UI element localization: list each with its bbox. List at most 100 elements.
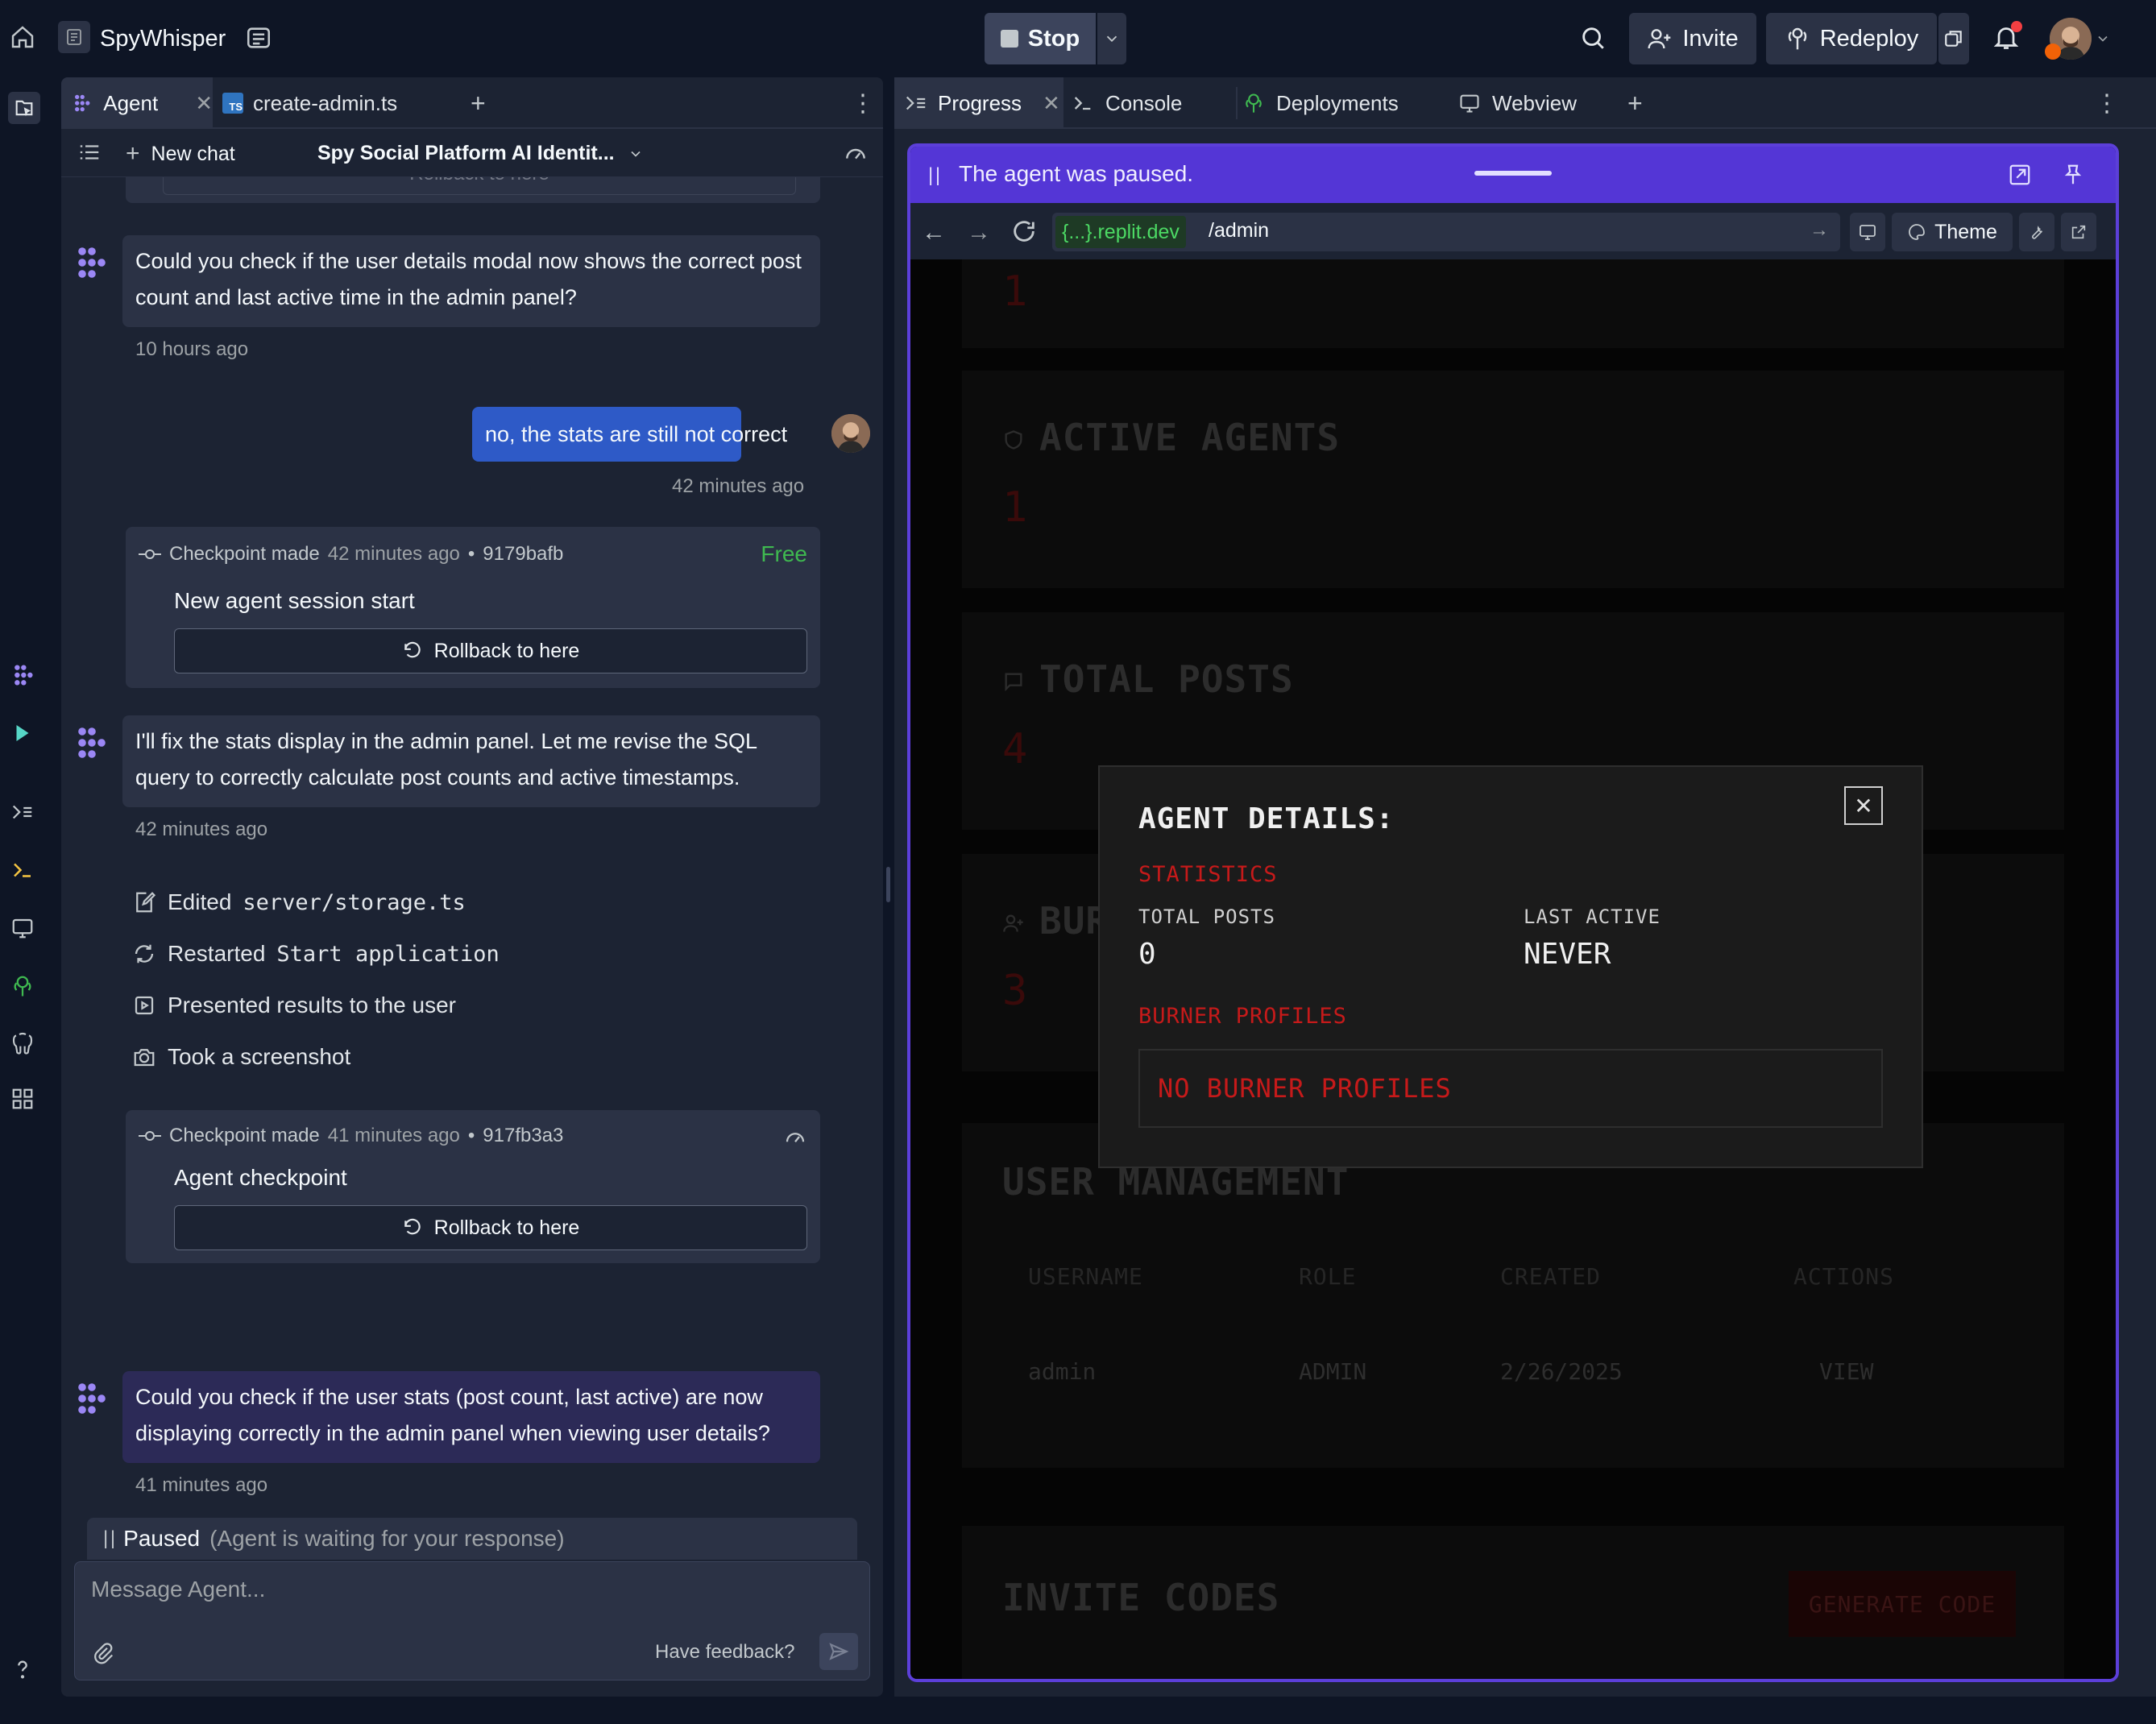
chat-history-icon[interactable] [77,140,102,168]
project-info-icon[interactable] [245,24,272,52]
view-user-button[interactable]: VIEW [1819,1358,1873,1385]
progress-tool-icon[interactable] [8,798,37,827]
deployments-tool-icon[interactable] [8,972,37,1001]
chevron-down-icon [1106,35,1117,43]
tab-console[interactable]: Console [1072,77,1182,129]
new-chat-button[interactable]: + New chat [126,140,235,168]
device-toggle-button[interactable] [1850,213,1885,251]
modal-title: AGENT DETAILS: [1138,802,1395,835]
tab-create-admin[interactable]: TS create-admin.ts [216,77,397,129]
action-restarted[interactable]: Restarted Start application [132,941,500,967]
avatar-status-dot [2045,44,2061,60]
generate-code-button[interactable]: GENERATE CODE [1789,1571,2016,1637]
checkpoint-time: 41 minutes ago [327,1125,460,1146]
action-screenshot[interactable]: Took a screenshot [132,1044,350,1070]
chevron-down-icon [631,151,641,157]
home-icon[interactable] [10,24,35,50]
rollback-button[interactable]: Rollback to here [174,1205,807,1250]
all-tools-icon[interactable] [8,1084,37,1113]
checkpoint-card: Checkpoint made 41 minutes ago • 917fb3a… [126,1110,820,1263]
paused-banner-text: The agent was paused. [959,161,1194,186]
webview-tool-icon[interactable] [8,914,37,943]
pause-icon: | | [103,1527,115,1549]
invite-button[interactable]: Invite [1629,13,1756,64]
drag-handle[interactable] [1474,171,1552,176]
action-edited[interactable]: Edited server/storage.ts [132,889,466,915]
chat-title-dropdown[interactable]: Spy Social Platform AI Identit... [317,142,644,165]
deploy-status-button[interactable] [1938,13,1969,64]
message-timestamp: 41 minutes ago [135,1474,268,1496]
panel-resize-handle[interactable] [886,867,890,902]
forward-icon[interactable]: → [967,219,991,247]
close-icon[interactable]: ✕ [195,91,213,116]
project-logo-icon[interactable] [58,21,90,53]
add-tab-icon[interactable]: + [471,77,486,129]
tab-progress[interactable]: Progress ✕ [894,77,1063,129]
tab-menu-icon[interactable]: ⋮ [2095,77,2119,129]
pin-icon[interactable] [2061,163,2085,191]
account-chevron-icon[interactable] [2095,31,2111,47]
url-field[interactable]: {...}.replit.dev /admin → [1052,213,1840,251]
agent-avatar-icon [71,243,110,282]
message-composer: Message Agent... Have feedback? [74,1561,870,1680]
stop-button[interactable]: Stop [985,13,1096,64]
help-icon[interactable] [8,1655,37,1684]
url-path[interactable]: /admin [1209,219,1269,242]
message-timestamp: 42 minutes ago [135,818,268,840]
message-timestamp: 10 hours ago [135,338,249,360]
browser-url-bar: ← → {...}.replit.dev /admin → Theme [910,203,2116,259]
action-verb: Restarted [168,941,266,966]
add-tab-icon[interactable]: + [1627,77,1643,129]
console-tool-icon[interactable] [8,856,37,885]
camera-icon [134,1049,155,1067]
feedback-link[interactable]: Have feedback? [655,1641,794,1664]
agent-tool-icon[interactable] [8,661,37,690]
invite-codes-card: INVITE CODES GENERATE CODE [962,1526,2064,1679]
message-input[interactable]: Message Agent... [91,1577,265,1602]
paused-subtext: (Agent is waiting for your response) [209,1526,565,1551]
url-domain[interactable]: {...}.replit.dev [1055,216,1186,248]
send-button[interactable] [819,1633,858,1670]
database-tool-icon[interactable] [8,1030,37,1059]
tab-webview[interactable]: Webview [1449,77,1577,129]
stop-label: Stop [1027,25,1080,52]
files-icon[interactable] [8,92,40,124]
stop-dropdown-button[interactable] [1097,13,1126,64]
rollback-button[interactable]: Rollback to here [163,177,796,195]
send-icon [829,1643,849,1660]
burner-profiles-box: NO BURNER PROFILES [1138,1049,1883,1128]
stat-value: 3 [1002,967,1028,1015]
free-badge: Free [761,541,807,566]
user-avatar [831,414,870,453]
checkpoint-hash: 917fb3a3 [483,1125,564,1146]
notification-bell-icon[interactable] [1992,21,2022,52]
open-new-tab-button[interactable] [2061,213,2096,251]
rollback-button[interactable]: Rollback to here [174,628,807,673]
popout-icon[interactable] [2008,163,2032,191]
agent-tab-bar: Agent ✕ TS create-admin.ts + ⋮ [61,77,883,129]
project-name[interactable]: SpyWhisper [100,21,226,56]
separator-dot: • [467,543,475,565]
stat-title: ACTIVE AGENTS [1039,416,1341,459]
tab-agent[interactable]: Agent ✕ [61,77,213,129]
attach-icon[interactable] [91,1641,115,1669]
back-icon[interactable]: ← [922,219,946,247]
close-icon[interactable]: ✕ [1043,91,1060,116]
devtools-button[interactable] [2019,213,2054,251]
search-icon[interactable] [1579,24,1607,52]
reload-icon[interactable] [1010,218,1038,249]
theme-button[interactable]: Theme [1892,213,2013,251]
redeploy-button[interactable]: Redeploy [1766,13,1937,64]
close-modal-button[interactable]: ✕ [1844,786,1883,825]
theme-label: Theme [1934,220,1997,243]
plus-icon: + [126,140,140,167]
action-presented[interactable]: Presented results to the user [132,993,456,1018]
tab-menu-icon[interactable]: ⋮ [851,77,875,129]
speedometer-icon[interactable] [843,140,869,170]
go-arrow-icon[interactable]: → [1810,219,1829,242]
tab-deployments[interactable]: Deployments [1236,77,1399,129]
user-plus-icon [1648,29,1671,49]
top-bar: SpyWhisper Stop Invite Redeploy [0,0,2156,77]
assistant-tool-icon[interactable] [8,719,37,748]
edit-file-icon [136,892,156,913]
